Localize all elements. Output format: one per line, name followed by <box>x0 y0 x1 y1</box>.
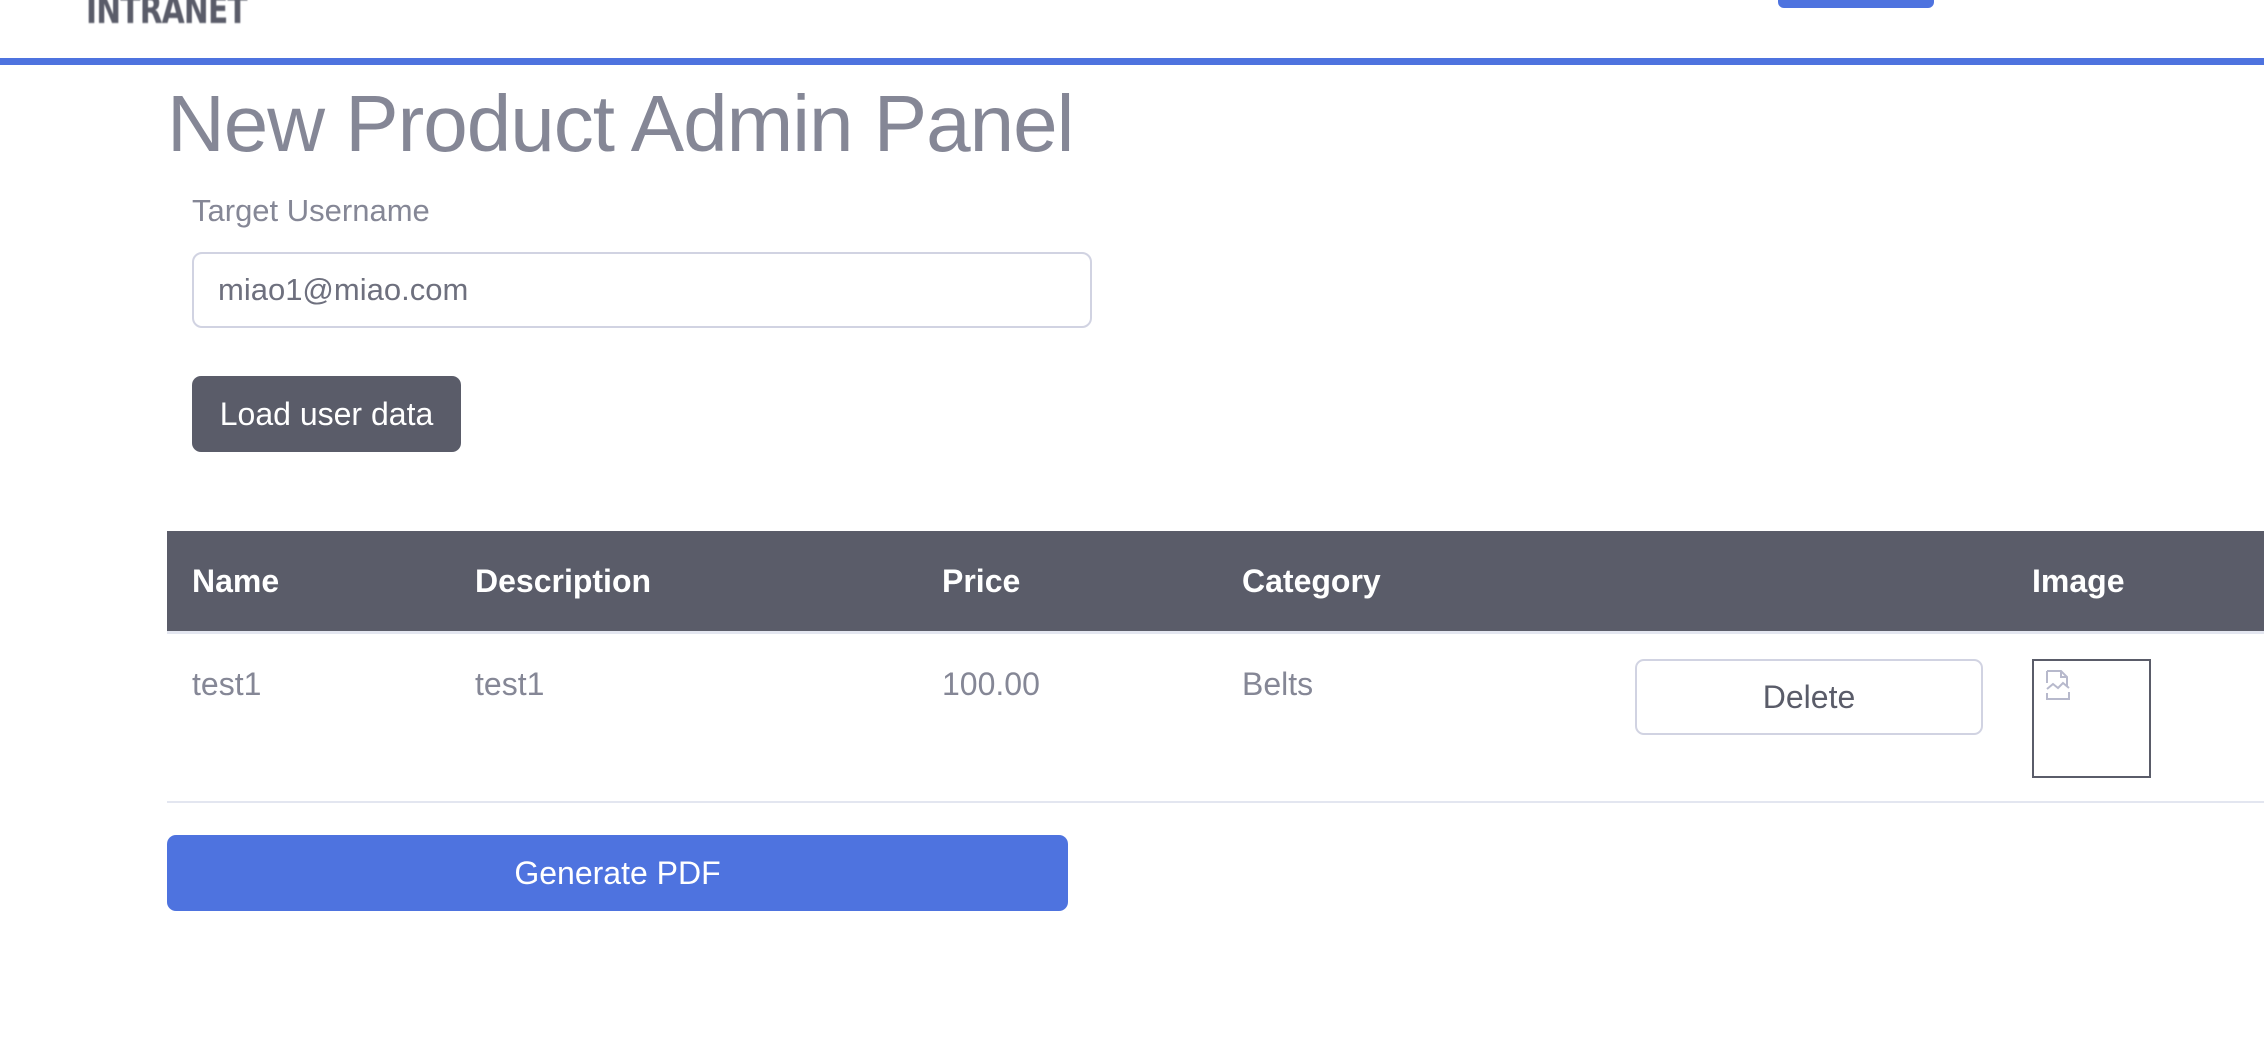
navbar-action-button[interactable] <box>1778 0 1934 8</box>
brand-logo[interactable]: INTRANET <box>86 0 248 32</box>
target-username-input[interactable] <box>192 252 1092 328</box>
cell-name: test1 <box>192 666 262 702</box>
column-header-category: Category <box>1242 563 1381 599</box>
cell-description: test1 <box>475 666 545 702</box>
column-header-price: Price <box>942 563 1021 599</box>
column-header-image: Image <box>2032 563 2125 599</box>
cell-price: 100.00 <box>942 666 1040 702</box>
column-header-description: Description <box>475 563 652 599</box>
broken-image-icon <box>2046 670 2070 700</box>
column-header-name: Name <box>192 563 280 599</box>
table-header: Name Description Price Category Image <box>167 531 2264 634</box>
table-row: test1 test1 100.00 Belts Delete <box>167 634 2264 803</box>
page-title: New Product Admin Panel <box>167 79 1074 168</box>
product-image <box>2032 659 2151 778</box>
cell-category: Belts <box>1242 666 1314 702</box>
generate-pdf-button[interactable]: Generate PDF <box>167 835 1068 911</box>
target-username-label: Target Username <box>192 193 430 228</box>
top-navbar: INTRANET <box>0 0 2264 65</box>
products-table: Name Description Price Category Image te… <box>167 531 2264 803</box>
load-user-data-button[interactable]: Load user data <box>192 376 461 452</box>
delete-button[interactable]: Delete <box>1635 659 1983 735</box>
